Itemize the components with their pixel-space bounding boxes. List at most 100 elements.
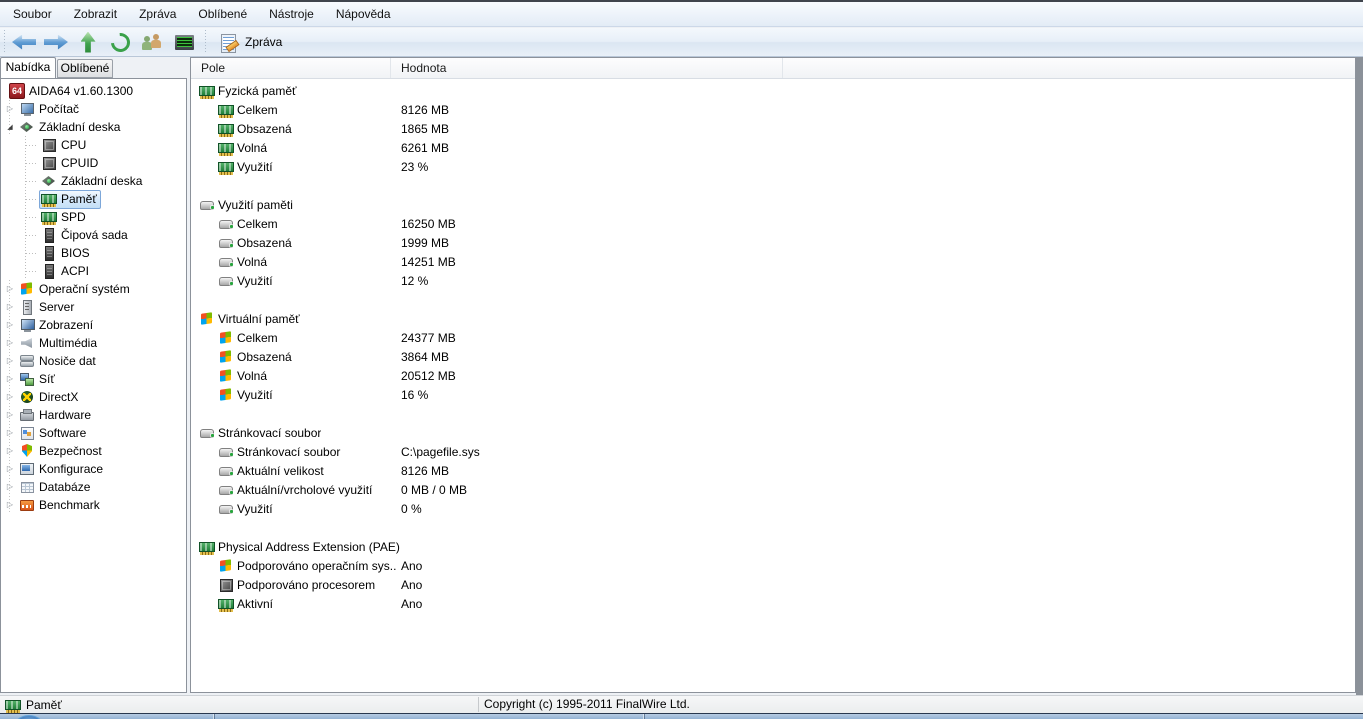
expand-arrow[interactable] [3,298,17,316]
tab-oblibene[interactable]: Oblíbené [57,59,113,78]
field-row-podporov-no-opera-n-m-sys[interactable]: Podporováno operačním sys... Ano [191,556,1355,575]
field-cell: Obsazená [191,349,396,365]
spacer-row [191,518,1355,537]
tree-item-opera-n-syst-m[interactable]: Operační systém [1,280,186,298]
field-row-vyu-it[interactable]: Využití 0 % [191,499,1355,518]
expand-arrow[interactable] [3,442,17,460]
field-row-aktu-ln-vrcholov-vyu-it[interactable]: Aktuální/vrcholové využití 0 MB / 0 MB [191,480,1355,499]
menu-item-n-stroje[interactable]: Nástroje [258,2,325,27]
expand-arrow[interactable] [3,406,17,424]
tree-item-software[interactable]: Software [1,424,186,442]
menu-item-soubor[interactable]: Soubor [2,2,63,27]
menu-item-n-pov-da[interactable]: Nápověda [325,2,402,27]
tree-item-z-kladn-deska[interactable]: Základní deska [1,172,186,190]
group-title-cell: Stránkovací soubor [191,425,321,441]
tree-item-s[interactable]: Síť [1,370,186,388]
menu-item-zobrazit[interactable]: Zobrazit [63,2,128,27]
report-button[interactable]: Zpráva [211,31,291,54]
tree-item-aida64-v1-60-1300[interactable]: 64 AIDA64 v1.60.1300 [1,82,186,100]
statusbar-page-label: Paměť [26,697,62,712]
tree-item-benchmark[interactable]: Benchmark [1,496,186,514]
tree-item-pam[interactable]: Paměť [1,189,186,209]
expand-arrow[interactable] [3,424,17,442]
tree-item-ipov-sada[interactable]: Čipová sada [1,226,186,244]
tree-item-directx[interactable]: DirectX [1,388,186,406]
group-row-fyzick-pam[interactable]: Fyzická paměť [191,81,1355,100]
tree-item-cpu[interactable]: CPU [1,136,186,154]
tree-item-konfigurace[interactable]: Konfigurace [1,460,186,478]
field-row-voln[interactable]: Volná 20512 MB [191,366,1355,385]
column-header-hodnota[interactable]: Hodnota [391,58,783,78]
group-row-vyu-it-pam-ti[interactable]: Využití paměti [191,195,1355,214]
app-window: Soubor Zobrazit Zpráva Oblíbené Nástroje Nápo… [0,0,1363,719]
field-row-obsazen[interactable]: Obsazená 1999 MB [191,233,1355,252]
collapse-arrow[interactable] [3,118,17,137]
up-button[interactable] [72,29,104,55]
expand-arrow[interactable] [3,352,17,370]
tree-item-label: Nosiče dat [39,354,96,368]
field-row-obsazen[interactable]: Obsazená 3864 MB [191,347,1355,366]
tree-item-bezpe-nost[interactable]: Bezpečnost [1,442,186,460]
tab-nabidka[interactable]: Nabídka [0,57,56,78]
tree-item-hardware[interactable]: Hardware [1,406,186,424]
expand-arrow[interactable] [3,100,17,118]
field-row-vyu-it[interactable]: Využití 16 % [191,385,1355,404]
expand-arrow[interactable] [3,460,17,478]
field-row-celkem[interactable]: Celkem 8126 MB [191,100,1355,119]
swap-icon [218,216,234,232]
field-row-aktivn[interactable]: Aktivní Ano [191,594,1355,613]
field-row-celkem[interactable]: Celkem 24377 MB [191,328,1355,347]
field-row-podporov-no-procesorem[interactable]: Podporováno procesorem Ano [191,575,1355,594]
expand-arrow[interactable] [3,334,17,352]
swap-icon [218,482,234,498]
menu-item-obl-ben[interactable]: Oblíbené [187,2,258,27]
field-row-celkem[interactable]: Celkem 16250 MB [191,214,1355,233]
statusbar-divider [478,697,479,712]
tree-item-server[interactable]: Server [1,298,186,316]
expand-arrow[interactable] [3,316,17,334]
tree-item-zobrazen[interactable]: Zobrazení [1,316,186,334]
group-row-str-nkovac-soubor[interactable]: Stránkovací soubor [191,423,1355,442]
tree-item-spd[interactable]: SPD [1,208,186,226]
group-row-physical-address-extension-pae[interactable]: Physical Address Extension (PAE) [191,537,1355,556]
tree-item-bios[interactable]: BIOS [1,244,186,262]
field-row-aktu-ln-velikost[interactable]: Aktuální velikost 8126 MB [191,461,1355,480]
expand-arrow[interactable] [3,280,17,298]
report-icon [220,33,238,53]
group-title: Physical Address Extension (PAE) [218,539,400,554]
field-value: Ano [401,596,423,611]
field-row-voln[interactable]: Volná 6261 MB [191,138,1355,157]
tree-item-acpi[interactable]: ACPI [1,262,186,280]
field-row-voln[interactable]: Volná 14251 MB [191,252,1355,271]
refresh-button[interactable] [104,28,136,56]
tree-item-cpuid[interactable]: CPUID [1,154,186,172]
expand-arrow[interactable] [3,496,17,514]
back-button[interactable] [8,29,40,55]
field-row-str-nkovac-soubor[interactable]: Stránkovací soubor C:\pagefile.sys [191,442,1355,461]
forward-button[interactable] [40,29,72,55]
ram-icon [5,697,21,713]
tree-item-label: Databáze [39,480,91,494]
menu-item-zpr-va[interactable]: Zpráva [128,2,187,27]
expand-arrow[interactable] [3,370,17,388]
benchmark-icon [19,497,35,513]
column-header-pole[interactable]: Pole [191,58,391,78]
navigation-tree: 64 AIDA64 v1.60.1300 Počítač Základní deska… [0,78,187,693]
group-row-virtu-ln-pam[interactable]: Virtuální paměť [191,309,1355,328]
user-manager-button[interactable] [136,29,168,55]
start-button[interactable] [11,715,47,719]
tree-item-nosi-e-dat[interactable]: Nosiče dat [1,352,186,370]
tree-item-label: Síť [39,372,55,386]
tree-item-z-kladn-deska[interactable]: Základní deska [1,118,186,136]
remote-monitor-button[interactable] [168,29,200,55]
tree-item-datab-ze[interactable]: Databáze [1,478,186,496]
tree-item-po-ta[interactable]: Počítač [1,100,186,118]
expand-arrow[interactable] [3,478,17,496]
expand-arrow[interactable] [3,388,17,406]
field-row-vyu-it[interactable]: Využití 23 % [191,157,1355,176]
win-icon [218,387,234,403]
tree-item-multim-dia[interactable]: Multimédia [1,334,186,352]
field-row-obsazen[interactable]: Obsazená 1865 MB [191,119,1355,138]
field-row-vyu-it[interactable]: Využití 12 % [191,271,1355,290]
field-label: Stránkovací soubor [237,444,341,459]
